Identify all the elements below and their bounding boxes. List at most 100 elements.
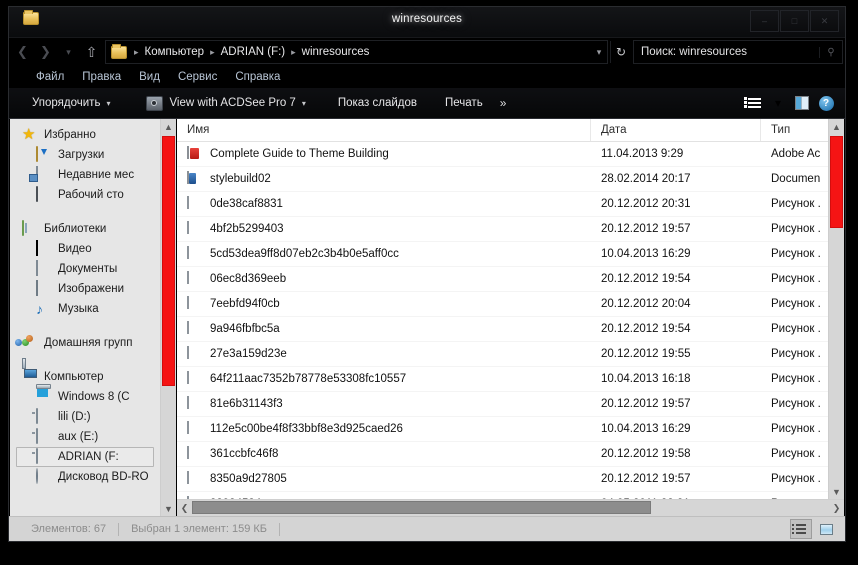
table-row[interactable]: stylebuild02 28.02.2014 20:17 Documen: [177, 167, 828, 192]
windows-drive-icon: [36, 389, 52, 405]
thumbnail-view-button[interactable]: [815, 519, 837, 539]
sidebar-item-windows-c[interactable]: Windows 8 (C: [10, 387, 160, 407]
sidebar-label: lili (D:): [58, 411, 91, 423]
cell-name: 5cd53dea9ff8d07eb2c3b4b0e5aff0cc: [177, 246, 591, 262]
details-view-button[interactable]: [790, 519, 812, 539]
close-button[interactable]: ✕: [810, 10, 839, 32]
table-row[interactable]: 4bf2b5299403 20.12.2012 19:57 Рисунок .: [177, 217, 828, 242]
sidebar-label: Документы: [58, 263, 118, 275]
forward-arrow-icon[interactable]: ❯: [34, 41, 57, 63]
scrollbar-track[interactable]: [829, 134, 844, 484]
scroll-down-icon[interactable]: ▼: [161, 501, 176, 516]
menu-bar: Файл Правка Вид Сервис Справка: [9, 66, 845, 88]
table-row[interactable]: 88984534 04.05.2011 22:21 Рисунок .: [177, 492, 828, 499]
navigation-pane-scrollbar[interactable]: ▲ ▼: [160, 119, 176, 516]
breadcrumb-item-folder[interactable]: winresources: [300, 46, 372, 58]
table-row[interactable]: 27e3a159d23e 20.12.2012 19:55 Рисунок .: [177, 342, 828, 367]
scrollbar-thumb[interactable]: [830, 136, 843, 228]
scroll-down-icon[interactable]: ▼: [829, 484, 844, 499]
sidebar-label: Windows 8 (C: [58, 391, 130, 403]
scroll-right-icon[interactable]: ❯: [829, 500, 844, 516]
print-button[interactable]: Печать: [436, 93, 492, 113]
table-row[interactable]: 5cd53dea9ff8d07eb2c3b4b0e5aff0cc 10.04.2…: [177, 242, 828, 267]
sidebar-item-pictures[interactable]: Изображени: [10, 279, 160, 299]
table-row[interactable]: 81e6b31143f3 20.12.2012 19:57 Рисунок .: [177, 392, 828, 417]
file-list-hscrollbar[interactable]: ❮ ❯: [177, 499, 844, 516]
file-list-scrollbar[interactable]: ▲ ▼: [828, 119, 844, 499]
table-row[interactable]: Complete Guide to Theme Building 11.04.2…: [177, 142, 828, 167]
command-bar: Упорядочить ▾ View with ACDSee Pro 7 ▾ П…: [9, 88, 845, 119]
scroll-left-icon[interactable]: ❮: [177, 500, 192, 516]
refresh-icon[interactable]: ↻: [610, 41, 631, 63]
menu-view[interactable]: Вид: [130, 69, 169, 85]
table-row[interactable]: 361ccbfc46f8 20.12.2012 19:58 Рисунок .: [177, 442, 828, 467]
table-row[interactable]: 7eebfd94f0cb 20.12.2012 20:04 Рисунок .: [177, 292, 828, 317]
sidebar-item-lili-d[interactable]: lili (D:): [10, 407, 160, 427]
column-name[interactable]: Имя: [177, 119, 591, 141]
column-date[interactable]: Дата: [591, 119, 761, 141]
overflow-button[interactable]: »: [492, 92, 515, 114]
scrollbar-thumb[interactable]: [162, 136, 175, 386]
breadcrumb-item-drive[interactable]: ADRIAN (F:): [219, 46, 288, 58]
acdsee-button[interactable]: View with ACDSee Pro 7 ▾: [137, 92, 314, 115]
sidebar-item-aux-e[interactable]: aux (E:): [10, 427, 160, 447]
help-button[interactable]: ?: [815, 93, 837, 113]
image-icon: [187, 371, 203, 387]
table-row[interactable]: 06ec8d369eeb 20.12.2012 19:54 Рисунок .: [177, 267, 828, 292]
table-row[interactable]: 112e5c00be4f8f33bbf8e3d925caed26 10.04.2…: [177, 417, 828, 442]
menu-help[interactable]: Справка: [226, 69, 289, 85]
search-icon[interactable]: ⚲: [819, 46, 842, 58]
content-area: ★ Избранно Загрузки Недавние мес Рабочий…: [9, 119, 845, 516]
table-row[interactable]: 64f211aac7352b78778e53308fc10557 10.04.2…: [177, 367, 828, 392]
scroll-up-icon[interactable]: ▲: [829, 119, 844, 134]
sidebar-item-documents[interactable]: Документы: [10, 259, 160, 279]
breadcrumb-item-computer[interactable]: Компьютер: [143, 46, 207, 58]
menu-file[interactable]: Файл: [27, 69, 73, 85]
sidebar-item-bd-drive[interactable]: Дисковод BD-RO: [10, 467, 160, 487]
menu-edit[interactable]: Правка: [73, 69, 130, 85]
sidebar-group-homegroup[interactable]: Домашняя групп: [10, 333, 160, 353]
maximize-button[interactable]: □: [780, 10, 809, 32]
view-dropdown-button[interactable]: ▾: [767, 93, 789, 113]
chevron-down-icon[interactable]: ▾: [591, 47, 607, 58]
explorer-window: winresources – □ ✕ ❮ ❯ ▾ ⇧ ▸ Компьютер ▸…: [8, 6, 846, 542]
sidebar-item-desktop[interactable]: Рабочий сто: [10, 185, 160, 205]
slideshow-button[interactable]: Показ слайдов: [329, 93, 426, 113]
cell-type: Documen: [771, 173, 821, 185]
sidebar-item-music[interactable]: ♪ Музыка: [10, 299, 160, 319]
sidebar-group-favorites[interactable]: ★ Избранно: [10, 125, 160, 145]
table-row[interactable]: 8350a9d27805 20.12.2012 19:57 Рисунок .: [177, 467, 828, 492]
change-view-button[interactable]: [743, 93, 765, 113]
sidebar-label: aux (E:): [58, 431, 99, 443]
sidebar-item-adrian-f[interactable]: ADRIAN (F:: [16, 447, 154, 467]
column-type[interactable]: Тип: [761, 119, 828, 141]
hscrollbar-track[interactable]: [192, 500, 829, 516]
back-arrow-icon[interactable]: ❮: [11, 41, 34, 63]
search-box[interactable]: Поиск: winresources ⚲: [633, 40, 843, 64]
sidebar-group-computer[interactable]: Компьютер: [10, 367, 160, 387]
file-name: 81e6b31143f3: [210, 398, 283, 410]
hscrollbar-thumb[interactable]: [192, 501, 651, 514]
preview-pane-button[interactable]: [791, 93, 813, 113]
search-input[interactable]: Поиск: winresources: [634, 46, 819, 58]
navigation-tree: ★ Избранно Загрузки Недавние мес Рабочий…: [10, 119, 160, 516]
navigation-pane: ★ Избранно Загрузки Недавние мес Рабочий…: [10, 119, 177, 516]
sidebar-group-libraries[interactable]: Библиотеки: [10, 219, 160, 239]
scrollbar-track[interactable]: [161, 134, 176, 501]
menu-tools[interactable]: Сервис: [169, 69, 226, 85]
help-icon: ?: [818, 95, 834, 111]
address-bar[interactable]: ▸ Компьютер ▸ ADRIAN (F:) ▸ winresources…: [105, 40, 608, 64]
sidebar-label: Рабочий сто: [58, 189, 124, 201]
minimize-button[interactable]: –: [750, 10, 779, 32]
table-row[interactable]: 9a946fbfbc5a 20.12.2012 19:54 Рисунок .: [177, 317, 828, 342]
sidebar-item-video[interactable]: Видео: [10, 239, 160, 259]
file-rows: Complete Guide to Theme Building 11.04.2…: [177, 142, 828, 499]
sidebar-item-downloads[interactable]: Загрузки: [10, 145, 160, 165]
table-row[interactable]: 0de38caf8831 20.12.2012 20:31 Рисунок .: [177, 192, 828, 217]
recent-pages-icon[interactable]: ▾: [57, 41, 80, 63]
organize-button[interactable]: Упорядочить ▾: [23, 93, 119, 113]
sidebar-item-recent-places[interactable]: Недавние мес: [10, 165, 160, 185]
up-arrow-icon[interactable]: ⇧: [80, 41, 103, 63]
file-list-columns: Имя Дата Тип Complete Guide to Theme Bui…: [177, 119, 828, 499]
scroll-up-icon[interactable]: ▲: [161, 119, 176, 134]
